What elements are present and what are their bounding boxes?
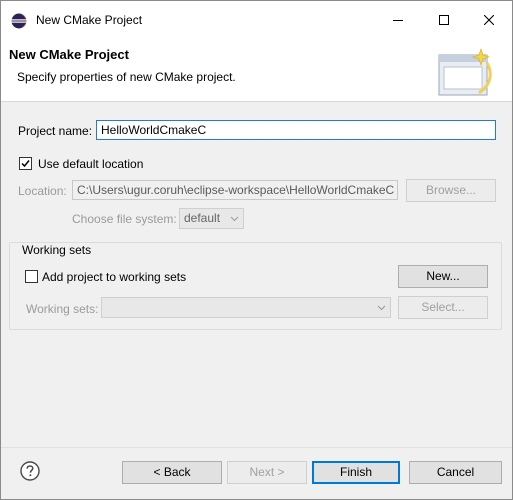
maximize-button[interactable]: [421, 1, 467, 39]
add-to-working-sets-label: Add project to working sets: [42, 270, 187, 284]
project-name-label: Project name:: [18, 124, 93, 138]
page-title: New CMake Project: [9, 47, 129, 62]
minimize-icon: [393, 20, 403, 21]
working-sets-group-label: Working sets: [21, 243, 93, 257]
wizard-header: New CMake Project Specify properties of …: [1, 39, 512, 102]
checkmark-icon: [21, 160, 30, 168]
file-system-value: default: [184, 211, 221, 225]
browse-button[interactable]: Browse...: [406, 179, 496, 202]
working-sets-label: Working sets:: [26, 302, 99, 316]
cancel-button[interactable]: Cancel: [409, 461, 502, 484]
new-project-wizard-icon: [438, 48, 492, 96]
eclipse-app-icon: [11, 13, 27, 29]
select-working-sets-button[interactable]: Select...: [398, 296, 488, 319]
add-to-working-sets-checkbox[interactable]: [25, 270, 38, 283]
new-working-set-button[interactable]: New...: [398, 265, 488, 288]
maximize-icon: [439, 15, 449, 25]
page-description: Specify properties of new CMake project.: [17, 70, 236, 84]
back-button[interactable]: < Back: [122, 461, 222, 484]
title-bar: New CMake Project: [1, 1, 512, 39]
next-button[interactable]: Next >: [227, 461, 307, 484]
file-system-select[interactable]: default: [179, 208, 244, 229]
question-circle-icon[interactable]: [20, 461, 40, 481]
chevron-down-icon: [377, 305, 386, 311]
minimize-button[interactable]: [375, 1, 421, 39]
finish-button[interactable]: Finish: [312, 461, 400, 484]
window-title: New CMake Project: [36, 13, 143, 27]
file-system-label: Choose file system:: [72, 212, 177, 226]
project-name-input[interactable]: HelloWorldCmakeC: [96, 120, 496, 140]
new-cmake-project-dialog: New CMake Project New CMake Project Spec…: [0, 0, 513, 500]
use-default-location-checkbox[interactable]: [19, 157, 32, 170]
close-icon: [484, 15, 494, 25]
working-sets-select[interactable]: [101, 297, 391, 318]
footer-divider: [1, 447, 512, 448]
location-label: Location:: [18, 184, 67, 198]
use-default-location-label: Use default location: [38, 157, 144, 171]
close-button[interactable]: [466, 1, 512, 39]
location-input[interactable]: C:\Users\ugur.coruh\eclipse-workspace\He…: [72, 180, 398, 200]
chevron-down-icon: [230, 216, 239, 222]
